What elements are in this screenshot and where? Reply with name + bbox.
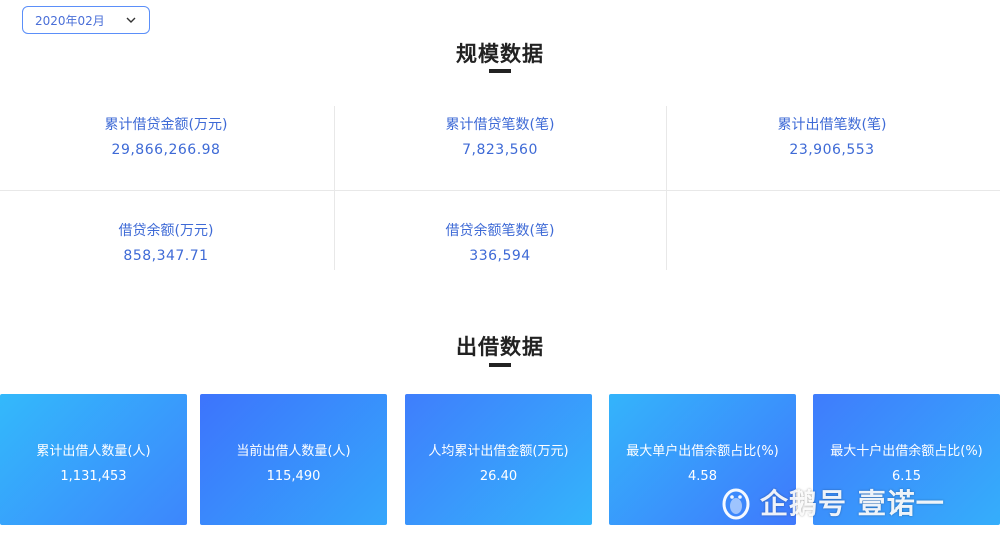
stat-value: 336,594 — [469, 248, 531, 264]
stat-value: 23,906,553 — [789, 142, 875, 158]
chevron-down-icon — [126, 17, 136, 23]
stat-value: 7,823,560 — [462, 142, 538, 158]
card-current-lenders: 当前出借人数量(人) 115,490 — [200, 394, 521, 525]
card-avg-lending-amount: 人均累计出借金额(万元) 26.40 — [405, 394, 592, 525]
card-value: 1,131,453 — [60, 469, 127, 484]
scale-stats-grid: 累计借贷金额(万元) 29,866,266.98 累计借贷笔数(笔) 7,823… — [0, 96, 1000, 276]
stat-label: 借贷余额(万元) — [118, 223, 214, 239]
card-value: 26.40 — [479, 469, 518, 484]
stat-label: 累计出借笔数(笔) — [777, 117, 887, 133]
penguin-icon — [722, 488, 750, 520]
stat-cumulative-loan-amount: 累计借贷金额(万元) 29,866,266.98 — [0, 114, 332, 158]
card-label: 最大单户出借余额占比(%) — [626, 444, 779, 459]
card-value: 115,490 — [266, 469, 321, 484]
lending-section-title: 出借数据 — [456, 335, 544, 359]
stat-cumulative-loan-count: 累计借贷笔数(笔) 7,823,560 — [334, 114, 666, 158]
month-select-value: 2020年02月 — [35, 13, 105, 28]
stat-label: 累计借贷金额(万元) — [104, 117, 228, 133]
card-label: 最大十户出借余额占比(%) — [830, 444, 983, 459]
card-label: 人均累计出借金额(万元) — [428, 444, 569, 459]
card-label: 当前出借人数量(人) — [236, 444, 351, 459]
card-cumulative-lenders: 累计出借人数量(人) 1,131,453 — [0, 394, 187, 525]
watermark-text: 企鹅号 壹诺一 — [760, 487, 945, 520]
stat-value: 858,347.71 — [123, 248, 209, 264]
stat-cumulative-lending-count: 累计出借笔数(笔) 23,906,553 — [666, 114, 998, 158]
stat-label: 借贷余额笔数(笔) — [445, 223, 555, 239]
month-select[interactable]: 2020年02月 — [22, 6, 150, 34]
watermark: 企鹅号 壹诺一 — [720, 482, 945, 522]
stat-loan-balance-count: 借贷余额笔数(笔) 336,594 — [334, 220, 666, 264]
grid-divider — [0, 190, 1000, 191]
scale-title-underline — [489, 69, 511, 73]
lending-title-underline — [489, 363, 511, 367]
stat-label: 累计借贷笔数(笔) — [445, 117, 555, 133]
stat-loan-balance: 借贷余额(万元) 858,347.71 — [0, 220, 332, 264]
card-label: 累计出借人数量(人) — [36, 444, 151, 459]
scale-section-title: 规模数据 — [456, 42, 544, 66]
stat-value: 29,866,266.98 — [111, 142, 221, 158]
